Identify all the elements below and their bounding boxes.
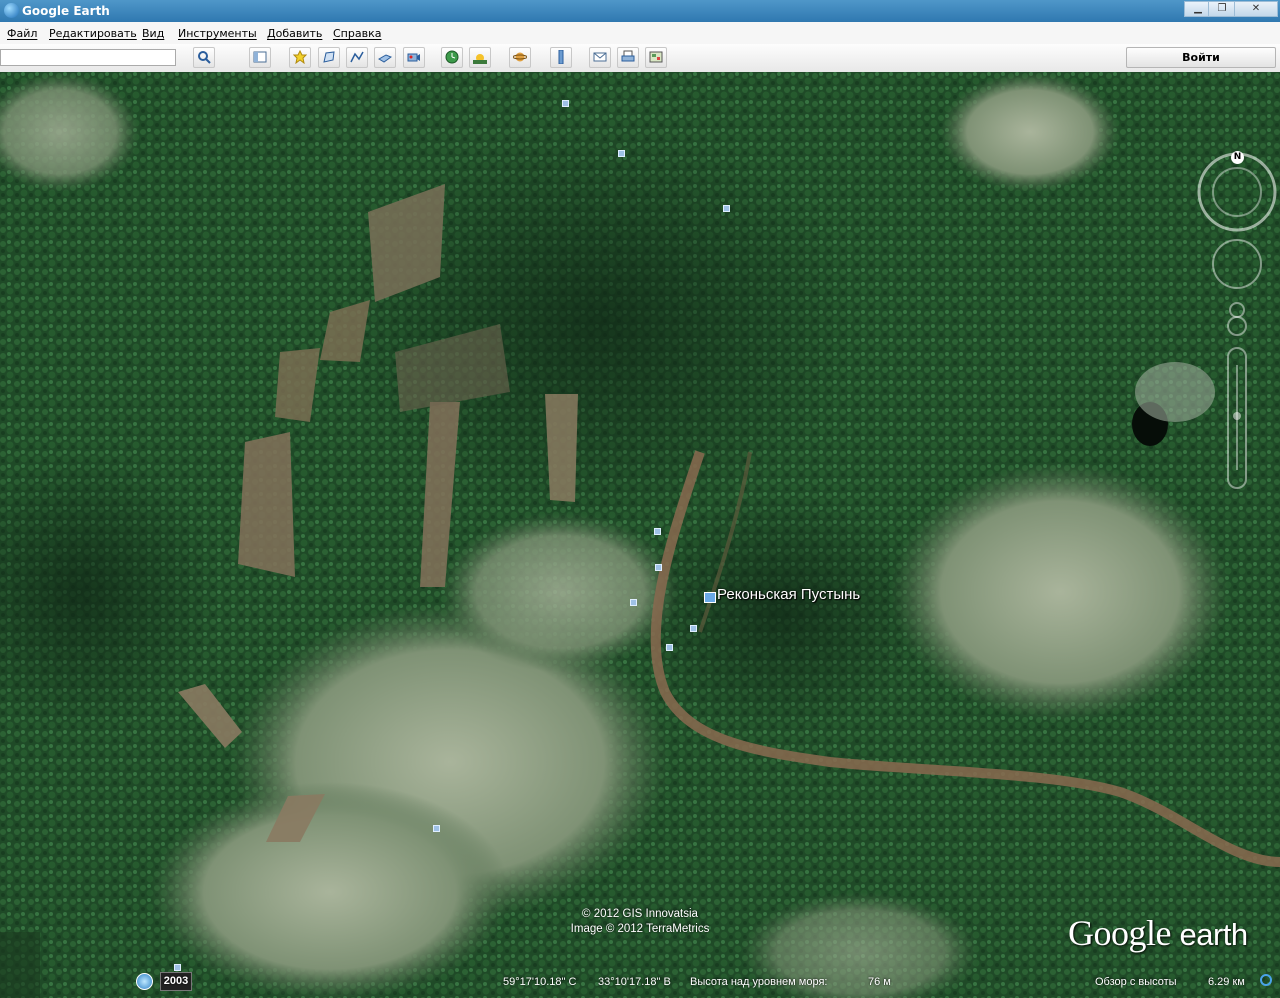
image-overlay-icon	[378, 54, 392, 63]
print-button[interactable]	[617, 47, 639, 68]
menu-add[interactable]: Добавить	[267, 27, 322, 40]
menu-edit[interactable]: Редактировать	[49, 27, 137, 40]
historical-imagery-button[interactable]	[441, 47, 463, 68]
status-bar: 2003 59°17'10.18" С 33°10'17.18" В Высот…	[0, 970, 1280, 994]
navigation-controls: N	[1196, 150, 1280, 500]
move-joystick[interactable]	[1212, 239, 1262, 289]
latitude-readout: 59°17'10.18" С	[503, 976, 577, 988]
map-3d-view[interactable]: Реконьская Пустынь N © 2012 GIS Innovats…	[0, 72, 1280, 998]
planets-button[interactable]	[509, 47, 531, 68]
title-bar: Google Earth ▁ ❐ ✕	[0, 0, 1280, 22]
restore-button[interactable]: ❐	[1208, 1, 1236, 17]
add-polygon-button[interactable]	[318, 47, 340, 68]
search-icon	[198, 51, 211, 64]
north-indicator[interactable]: N	[1231, 151, 1244, 164]
look-joystick[interactable]	[1197, 152, 1277, 232]
logo-earth: earth	[1179, 917, 1248, 952]
placemark-pin[interactable]	[618, 150, 625, 157]
logo-google: Google	[1068, 913, 1171, 953]
sidebar-toggle-button[interactable]	[249, 47, 271, 68]
signin-button[interactable]: Войти	[1126, 47, 1276, 68]
elevation-value: 76 м	[868, 976, 891, 988]
place-label[interactable]: Реконьская Пустынь	[717, 586, 860, 603]
email-button[interactable]	[589, 47, 611, 68]
print-icon	[621, 50, 635, 62]
eye-altitude-label: Обзор с высоты	[1095, 976, 1177, 988]
place-marker-icon[interactable]	[704, 592, 716, 603]
imagery-date-badge[interactable]: 2003	[160, 972, 192, 991]
streaming-progress-icon	[1260, 974, 1272, 986]
ruler-button[interactable]	[550, 47, 572, 68]
menu-file[interactable]: Файл	[7, 27, 37, 40]
historical-imagery-icon[interactable]	[136, 973, 153, 990]
eye-altitude-value: 6.29 км	[1208, 976, 1245, 988]
nav-widget	[1197, 152, 1277, 489]
sunlight-icon	[473, 54, 487, 64]
satellite-imagery	[0, 72, 1280, 998]
google-earth-logo: Google earth	[1068, 912, 1248, 954]
menu-tools[interactable]: Инструменты	[178, 27, 257, 40]
menu-view[interactable]: Вид	[142, 27, 164, 40]
search-button[interactable]	[193, 47, 215, 68]
placemark-pin[interactable]	[562, 100, 569, 107]
placemark-pin[interactable]	[655, 564, 662, 571]
zoom-slider-thumb[interactable]	[1233, 412, 1241, 420]
placemark-icon	[293, 50, 307, 64]
email-icon	[593, 52, 607, 62]
placemark-pin[interactable]	[654, 528, 661, 535]
sunlight-button[interactable]	[469, 47, 491, 68]
google-earth-app-icon	[4, 3, 19, 18]
add-placemark-button[interactable]	[289, 47, 311, 68]
sidebar-toggle-icon	[253, 51, 267, 63]
placemark-pin[interactable]	[433, 825, 440, 832]
menu-help[interactable]: Справка	[333, 27, 381, 40]
add-path-button[interactable]	[346, 47, 368, 68]
placemark-pin[interactable]	[630, 599, 637, 606]
placemark-pin[interactable]	[723, 205, 730, 212]
historical-imagery-icon	[445, 50, 459, 64]
placemark-pin[interactable]	[690, 625, 697, 632]
record-tour-icon	[407, 53, 420, 62]
path-icon	[350, 51, 364, 63]
close-button[interactable]: ✕	[1234, 1, 1278, 17]
view-in-maps-button[interactable]	[645, 47, 667, 68]
menu-bar: Файл Редактировать Вид Инструменты Добав…	[0, 22, 1280, 44]
street-view-pegman-icon[interactable]	[1229, 302, 1245, 318]
record-tour-button[interactable]	[403, 47, 425, 68]
planets-icon	[513, 52, 527, 62]
polygon-icon	[323, 51, 335, 63]
placemark-pin[interactable]	[666, 644, 673, 651]
ruler-icon	[558, 50, 564, 64]
longitude-readout: 33°10'17.18" В	[598, 976, 671, 988]
search-input[interactable]	[0, 49, 176, 66]
toolbar: Войти	[0, 44, 1280, 73]
elevation-label: Высота над уровнем моря:	[690, 976, 828, 988]
add-image-overlay-button[interactable]	[374, 47, 396, 68]
map-view-icon	[649, 51, 663, 63]
window-title: Google Earth	[22, 4, 110, 18]
